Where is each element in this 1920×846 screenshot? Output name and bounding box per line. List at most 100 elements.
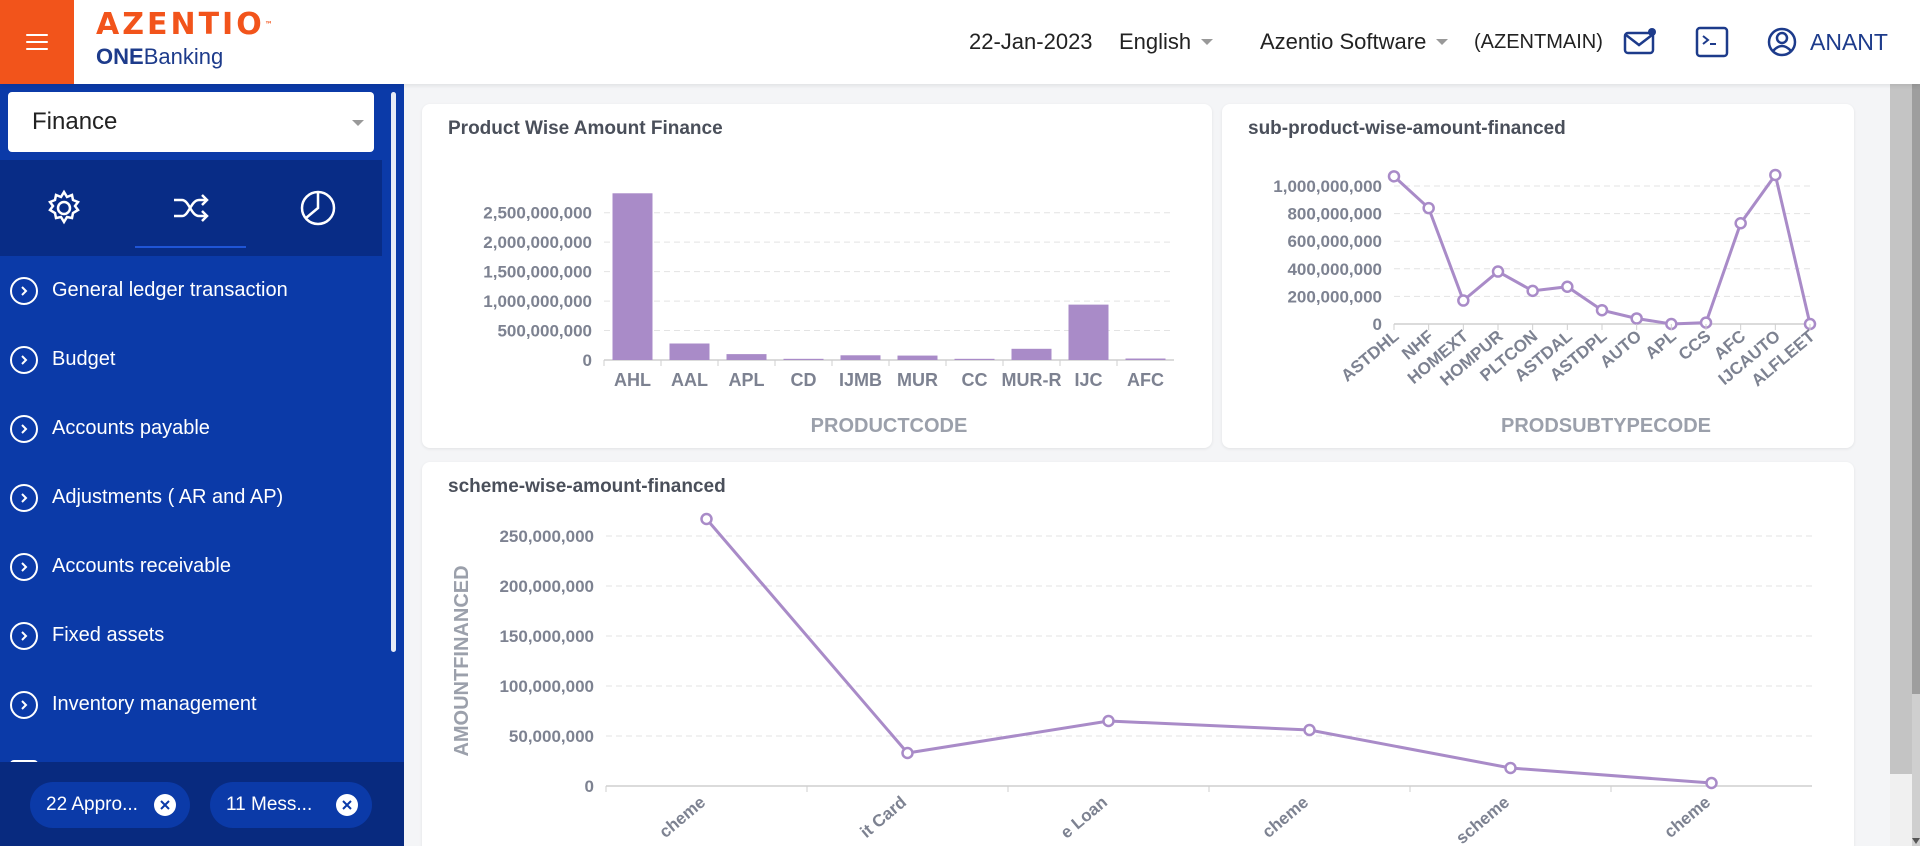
- sidebar-item-label: Adjustments ( AR and AP): [52, 486, 284, 508]
- messages-chip[interactable]: 11 Mess...: [210, 782, 372, 828]
- logo-sub-rest: Banking: [143, 44, 224, 69]
- y-tick-label: 1,500,000,000: [483, 263, 592, 282]
- language-value: English: [1119, 29, 1192, 54]
- bar-mur-r: [1011, 348, 1052, 360]
- x-tick-label: scheme: [1452, 793, 1513, 846]
- pie-chart-icon: [300, 190, 335, 226]
- sidebar-icon-tabs: [0, 160, 382, 256]
- terminal-icon: [1695, 26, 1729, 58]
- bar-cd: [783, 358, 824, 360]
- mail-notification-icon: [1623, 28, 1656, 55]
- data-point-auto: [1630, 312, 1643, 325]
- bar-aal: [669, 343, 710, 360]
- x-axis-label: PRODSUBTYPECODE: [1501, 415, 1711, 437]
- x-tick-label: IJMB: [839, 370, 882, 390]
- terminal-button[interactable]: [1694, 24, 1730, 60]
- y-tick-label: 50,000,000: [509, 727, 594, 746]
- x-tick-label: MUR: [897, 370, 938, 390]
- scroll-down-arrow-icon[interactable]: [1912, 838, 1920, 844]
- data-point-astdal: [1561, 280, 1574, 293]
- chevron-right-circle-icon: [10, 276, 38, 305]
- sidebar-item-label: Accounts payable: [52, 417, 210, 439]
- y-tick-label: 400,000,000: [1287, 260, 1382, 279]
- logo-tm: ™: [264, 20, 273, 29]
- chart-card-sub-product: sub-product-wise-amount-financed 0 200,00…: [1222, 104, 1854, 448]
- module-value: Finance: [32, 108, 118, 135]
- data-point-nhf: [1422, 201, 1435, 215]
- data-point-astdhl: [1387, 170, 1401, 183]
- data-point-afc: [1734, 217, 1747, 230]
- bar-ijmb: [840, 355, 881, 360]
- y-tick-label: 0: [585, 777, 594, 796]
- x-tick-label: APL: [729, 370, 765, 390]
- data-point-homext: [1457, 294, 1470, 307]
- menu-toggle-button[interactable]: [0, 0, 74, 84]
- sidebar-item-inventory[interactable]: Inventory management: [0, 670, 390, 739]
- logo-sub-bold: ONE: [96, 44, 144, 69]
- sub-product-line-chart: 0 200,000,000 400,000,000 600,000,000 800,00…: [1273, 168, 1819, 437]
- company-select[interactable]: Azentio Software: [1260, 0, 1449, 84]
- bar-cc: [954, 358, 995, 360]
- messages-button[interactable]: [1622, 24, 1658, 60]
- data-point: [1102, 714, 1115, 728]
- sidebar-item-adjustments[interactable]: Adjustments ( AR and AP): [0, 463, 390, 532]
- data-point-hompur: [1491, 265, 1505, 278]
- user-avatar-icon: [1767, 27, 1797, 57]
- series-line: [1392, 171, 1812, 326]
- data-point-ijcauto: [1769, 168, 1782, 182]
- module-select[interactable]: Finance: [8, 92, 374, 152]
- company-value: Azentio Software: [1260, 29, 1427, 54]
- sidebar-nav-list: General ledger transaction Budget Accoun…: [0, 256, 390, 739]
- y-tick-label: 0: [583, 351, 592, 370]
- sidebar-item-label: Accounts receivable: [52, 555, 231, 577]
- chevron-right-circle-icon: [10, 621, 38, 650]
- tab-reports[interactable]: [254, 160, 381, 256]
- logo-main-text: AZENTIO: [96, 7, 265, 42]
- x-tick-label: cheme: [656, 793, 709, 842]
- page-scrollbar[interactable]: [1890, 84, 1920, 846]
- chevron-right-circle-icon: [10, 345, 38, 374]
- sidebar-item-accounts-payable[interactable]: Accounts payable: [0, 394, 390, 463]
- data-point-pltcon: [1526, 284, 1539, 298]
- sidebar-item-budget[interactable]: Budget: [0, 325, 390, 394]
- sidebar-item-fixed-assets[interactable]: Fixed assets: [0, 601, 390, 670]
- business-date: 22-Jan-2023: [969, 29, 1093, 54]
- shuffle-icon: [173, 194, 209, 222]
- y-tick-label: 2,000,000,000: [483, 233, 592, 252]
- y-tick-label: 500,000,000: [497, 322, 592, 341]
- scheme-line-chart: 0 50,000,000 100,000,000 150,000,000 200,000…: [451, 512, 1812, 846]
- series-line: [705, 518, 1712, 785]
- chevron-right-circle-icon: [10, 690, 38, 719]
- page-scrollbar-thumb[interactable]: [1890, 84, 1912, 774]
- close-icon[interactable]: [154, 794, 176, 816]
- x-tick-label: MUR-R: [1002, 370, 1062, 390]
- messages-chip-label: 11 Mess...: [226, 794, 313, 815]
- x-tick-label: AHL: [614, 370, 651, 390]
- y-tick-label: 250,000,000: [499, 527, 594, 546]
- app-logo[interactable]: AZENTIO™ ONEBanking: [96, 10, 273, 70]
- y-tick-label: 0: [1373, 315, 1382, 334]
- chart-card-scheme: scheme-wise-amount-financed 0 50,000,000 1…: [422, 462, 1854, 846]
- sidebar-scrollbar[interactable]: [391, 92, 396, 652]
- data-point: [1504, 761, 1517, 775]
- page-scrollbar-thumb-inner[interactable]: [1912, 84, 1920, 694]
- x-tick-label: IJC: [1074, 370, 1102, 390]
- x-tick-label: CCS: [1675, 327, 1715, 365]
- y-axis-label: AMOUNTFINANCED: [451, 565, 473, 756]
- data-point: [1705, 776, 1718, 790]
- chevron-down-icon: [352, 120, 364, 126]
- x-tick-label: cheme: [1259, 793, 1312, 842]
- tab-settings[interactable]: [0, 160, 127, 256]
- language-select[interactable]: English: [1119, 0, 1214, 84]
- sidebar-item-general-ledger[interactable]: General ledger transaction: [0, 256, 390, 325]
- approvals-chip[interactable]: 22 Appro...: [30, 782, 190, 828]
- tab-shuffle[interactable]: [127, 160, 254, 256]
- user-menu[interactable]: ANANT: [1766, 0, 1888, 84]
- product-bar-chart: 0 500,000,000 1,000,000,000 1,500,000,000 2,…: [483, 193, 1174, 437]
- close-icon[interactable]: [336, 794, 358, 816]
- sidebar-item-accounts-receivable[interactable]: Accounts receivable: [0, 532, 390, 601]
- x-tick-label: it Card: [857, 793, 910, 842]
- y-tick-label: 100,000,000: [499, 677, 594, 696]
- gear-icon: [47, 189, 80, 225]
- sidebar-item-label: Inventory management: [52, 693, 257, 715]
